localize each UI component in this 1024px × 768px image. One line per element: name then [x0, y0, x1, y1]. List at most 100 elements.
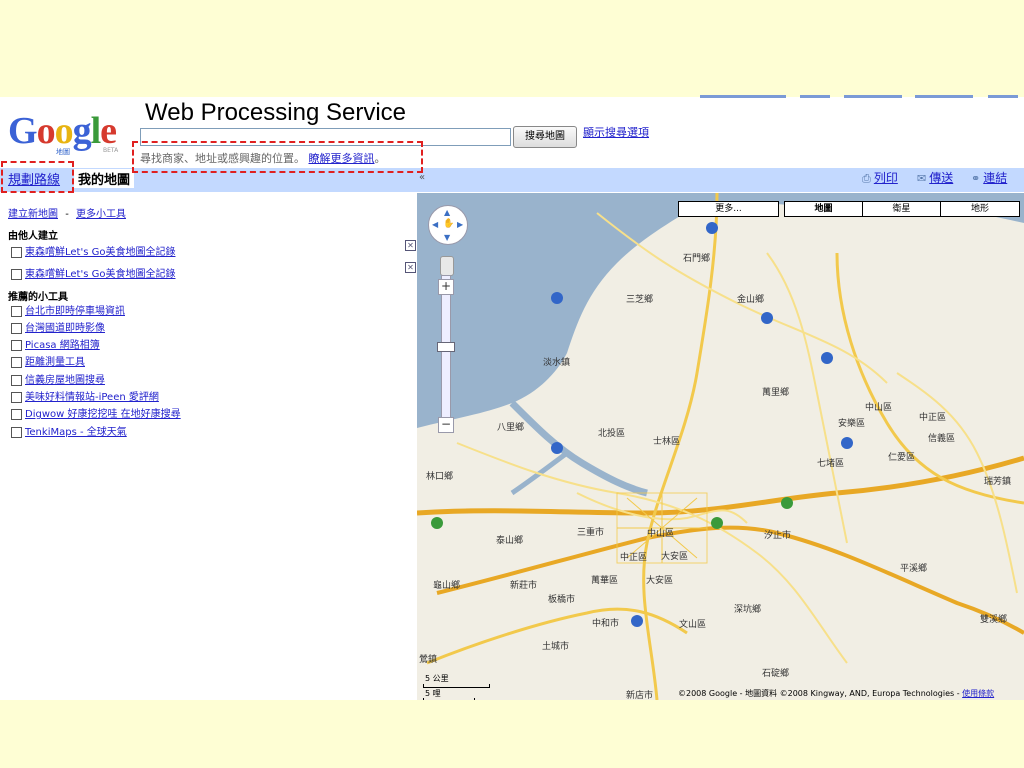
map-type-terrain-button[interactable]: 地形 [940, 201, 1020, 217]
route-shield [431, 517, 443, 529]
gadget-link[interactable]: TenkiMaps - 全球天氣 [25, 427, 127, 438]
pan-right-icon[interactable]: ▶ [457, 220, 463, 229]
send-tool[interactable]: ✉ 傳送 [917, 169, 953, 186]
checkbox[interactable] [11, 339, 22, 351]
remove-icon[interactable]: ✕ [405, 262, 416, 273]
print-link[interactable]: 列印 [874, 171, 898, 185]
pan-left-icon[interactable]: ◀ [432, 220, 438, 229]
place-label: 北投區 [598, 429, 626, 439]
place-label: 三重市 [577, 528, 605, 538]
search-map-button[interactable]: 搜尋地圖 [513, 126, 577, 148]
place-label: 鶯鎮 [419, 655, 438, 665]
tab-my-maps[interactable]: 我的地圖 [74, 169, 135, 188]
place-label: 文山區 [679, 620, 707, 630]
route-shield [821, 352, 833, 364]
place-label: 林口鄉 [426, 472, 454, 482]
list-item[interactable]: 台北市即時停車場資訊 [11, 302, 125, 317]
gadget-link[interactable]: 距離測量工具 [25, 357, 85, 368]
checkbox[interactable] [11, 305, 22, 317]
section-heading-created: 由他人建立 [8, 231, 58, 242]
list-item[interactable]: TenkiMaps - 全球天氣 [11, 423, 127, 438]
link-separator: - [65, 209, 69, 220]
route-shield [711, 517, 723, 529]
map-canvas[interactable] [417, 193, 1024, 700]
checkbox[interactable] [11, 426, 22, 438]
gadget-link[interactable]: 台北市即時停車場資訊 [25, 306, 125, 317]
place-label: 平溪鄉 [900, 564, 928, 574]
gadget-link[interactable]: Picasa 網路相簿 [25, 340, 100, 351]
collapse-panel-button[interactable]: « [419, 172, 425, 183]
list-item[interactable]: 台灣國道即時影像 [11, 319, 105, 334]
pegman-icon[interactable] [440, 256, 454, 276]
directions-highlight-box [1, 161, 74, 193]
place-label: 大安區 [646, 576, 674, 586]
remove-icon[interactable]: ✕ [405, 240, 416, 251]
zoom-slider-thumb[interactable] [437, 342, 455, 352]
list-item[interactable]: 距離測量工具 [11, 353, 85, 368]
pan-up-icon[interactable]: ▲ [444, 208, 450, 217]
copyright-text: ©2008 Google - 地圖資料 ©2008 Kingway, AND, … [678, 689, 963, 698]
checkbox[interactable] [11, 356, 22, 368]
list-item[interactable]: 美味好料情報站-iPeen 愛評網 [11, 388, 159, 403]
checkbox[interactable] [11, 268, 22, 280]
pan-down-icon[interactable]: ▼ [444, 233, 450, 242]
checkbox[interactable] [11, 391, 22, 403]
place-label: 安樂區 [838, 419, 866, 429]
route-shield [631, 615, 643, 627]
place-label: 信義區 [928, 434, 956, 444]
list-item[interactable]: 信義房屋地圖搜尋 [11, 371, 105, 386]
zoom-out-button[interactable]: − [438, 417, 454, 433]
more-gadgets-link[interactable]: 更多小工具 [76, 209, 126, 220]
terms-link[interactable]: 使用條款 [962, 689, 994, 698]
place-label: 中和市 [592, 619, 620, 629]
place-label: 石碇鄉 [762, 669, 790, 679]
hand-icon: ✋ [443, 219, 455, 229]
place-label: 大安區 [661, 552, 689, 562]
place-label: 萬華區 [591, 576, 619, 586]
place-label: 新莊市 [510, 581, 538, 591]
zoom-in-button[interactable]: + [438, 279, 454, 295]
map-link[interactable]: 東森嚐鮮Let's Go美食地圖全記錄 [25, 269, 175, 280]
place-label: 八里鄉 [497, 423, 525, 433]
create-new-map-link[interactable]: 建立新地圖 [8, 209, 58, 220]
place-label: 龜山鄉 [433, 581, 461, 591]
list-item[interactable]: Digwow 好康挖挖哇 在地好康搜尋 [11, 405, 181, 420]
map-type-satellite-button[interactable]: 衛星 [862, 201, 941, 217]
list-item[interactable]: 東森嚐鮮Let's Go美食地圖全記錄 [11, 243, 175, 258]
map-type-more-button[interactable]: 更多... [678, 201, 779, 217]
gadget-link[interactable]: 台灣國道即時影像 [25, 323, 105, 334]
checkbox[interactable] [11, 374, 22, 386]
top-link-bar [844, 95, 902, 98]
place-label: 仁愛區 [888, 453, 916, 463]
list-item[interactable]: 東森嚐鮮Let's Go美食地圖全記錄 [11, 265, 175, 280]
logo-sub-label: 地圖 [56, 148, 70, 156]
slide-title: Web Processing Service [145, 99, 406, 126]
place-label: 新店市 [626, 691, 654, 701]
checkbox[interactable] [11, 322, 22, 334]
place-label: 泰山鄉 [496, 536, 524, 546]
gadget-link[interactable]: 信義房屋地圖搜尋 [25, 375, 105, 386]
map-link[interactable]: 東森嚐鮮Let's Go美食地圖全記錄 [25, 247, 175, 258]
link-link[interactable]: 連結 [983, 171, 1007, 185]
map-type-map-button[interactable]: 地圖 [784, 201, 863, 217]
route-shield [706, 222, 718, 234]
place-label: 淡水鎮 [543, 358, 571, 368]
place-label: 七堵區 [817, 459, 845, 469]
search-highlight-box [132, 141, 423, 173]
checkbox[interactable] [11, 246, 22, 258]
gadget-link[interactable]: Digwow 好康挖挖哇 在地好康搜尋 [25, 409, 181, 420]
print-tool[interactable]: ⎙ 列印 [862, 169, 898, 186]
route-shield [841, 437, 853, 449]
send-link[interactable]: 傳送 [929, 171, 953, 185]
google-logo[interactable]: Google [8, 112, 117, 150]
link-tool[interactable]: ⚭ 連結 [971, 169, 1007, 186]
top-link-bar [915, 95, 973, 98]
pan-control[interactable]: ▲ ◀ ▶ ▼ ✋ [428, 205, 468, 245]
top-link-bar [700, 95, 786, 98]
checkbox[interactable] [11, 408, 22, 420]
place-label: 深坑鄉 [734, 605, 762, 615]
search-options-link[interactable]: 顯示搜尋選項 [583, 124, 649, 140]
place-label: 中山區 [647, 529, 675, 539]
gadget-link[interactable]: 美味好料情報站-iPeen 愛評網 [25, 392, 159, 403]
list-item[interactable]: Picasa 網路相簿 [11, 336, 100, 351]
